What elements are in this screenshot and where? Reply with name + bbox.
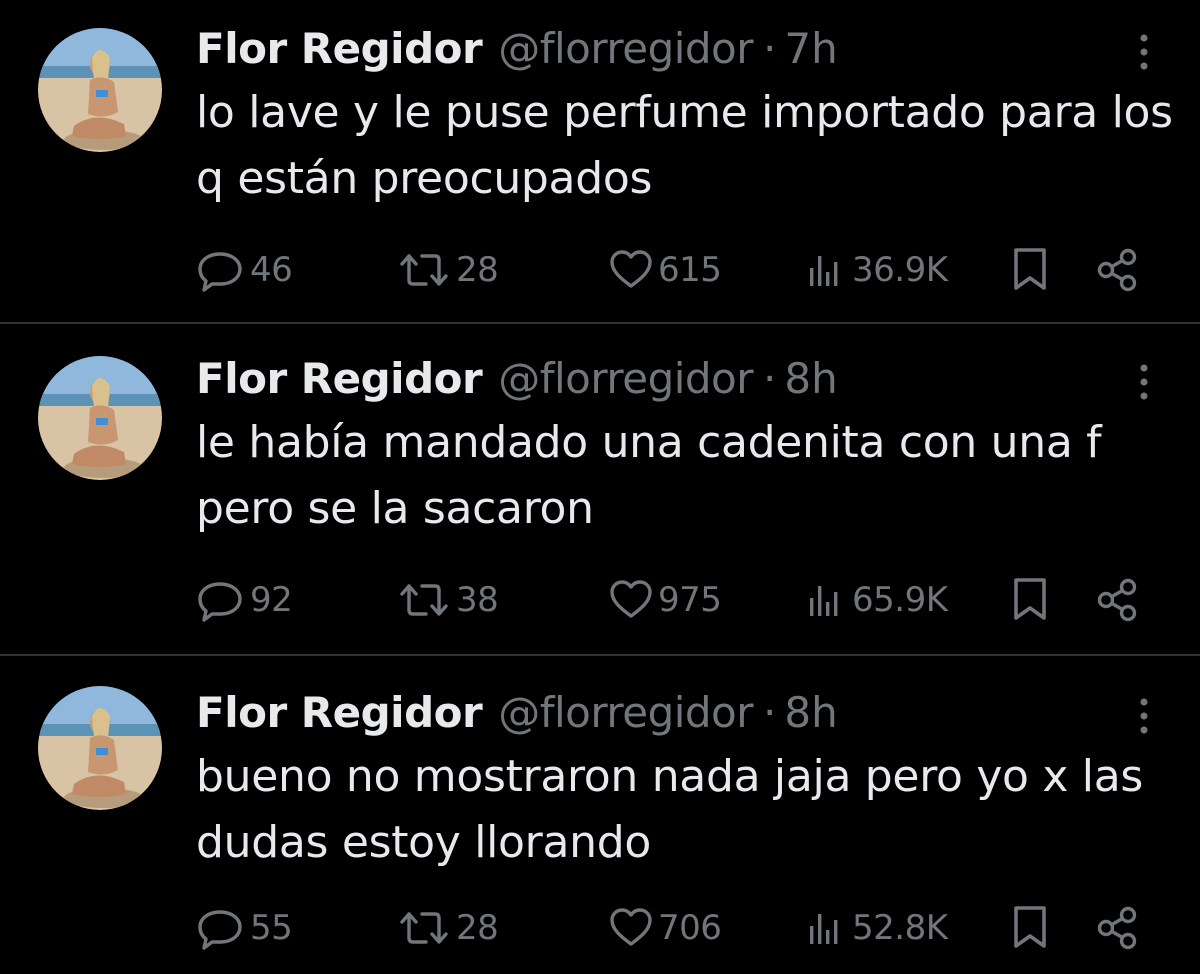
share-icon [1097, 248, 1137, 292]
tweet-actions: 55 28 706 52.8K [196, 900, 1160, 956]
tweet-header: Flor Regidor @florregidor · 8h [196, 686, 1160, 740]
reply-button[interactable]: 46 [196, 242, 293, 298]
reply-button[interactable]: 55 [196, 900, 293, 956]
bookmark-icon [1014, 248, 1046, 290]
share-icon [1097, 578, 1137, 622]
bar-chart-icon [810, 586, 838, 616]
like-button[interactable]: 615 [608, 242, 722, 298]
tweet-actions: 46 28 615 36.9K [196, 242, 1160, 298]
retweet-count: 28 [456, 250, 499, 290]
bookmark-button[interactable] [1010, 242, 1050, 298]
user-handle[interactable]: @florregidor [498, 686, 753, 740]
more-options-button[interactable] [1132, 362, 1156, 402]
bar-chart-icon [810, 256, 838, 286]
views-count: 36.9K [852, 250, 948, 290]
avatar[interactable] [38, 28, 162, 152]
user-handle[interactable]: @florregidor [498, 352, 753, 406]
heart-icon [610, 250, 652, 288]
reply-button[interactable]: 92 [196, 572, 293, 628]
reply-count: 55 [250, 908, 293, 948]
avatar[interactable] [38, 686, 162, 810]
retweet-count: 38 [456, 580, 499, 620]
vertical-ellipsis-icon [1140, 698, 1148, 734]
bookmark-button[interactable] [1010, 572, 1050, 628]
views-button[interactable]: 36.9K [804, 242, 948, 298]
speech-bubble-icon [198, 582, 242, 622]
speech-bubble-icon [198, 910, 242, 950]
timestamp[interactable]: 8h [784, 686, 837, 740]
like-count: 615 [658, 250, 722, 290]
bar-chart-icon [810, 914, 838, 944]
display-name[interactable]: Flor Regidor [196, 352, 483, 406]
bookmark-icon [1014, 906, 1046, 948]
avatar[interactable] [38, 356, 162, 480]
views-button[interactable]: 52.8K [804, 900, 948, 956]
speech-bubble-icon [198, 252, 242, 292]
like-count: 975 [658, 580, 722, 620]
reply-count: 92 [250, 580, 293, 620]
retweet-arrows-icon [400, 254, 448, 286]
separator-dot: · [763, 24, 777, 73]
share-button[interactable] [1094, 572, 1140, 628]
share-icon [1097, 906, 1137, 950]
reply-count: 46 [250, 250, 293, 290]
views-count: 52.8K [852, 908, 948, 948]
retweet-button[interactable]: 38 [396, 572, 499, 628]
separator-dot: · [763, 354, 777, 403]
tweet-text: le había mandado una cadenita con una f … [196, 417, 1102, 534]
share-button[interactable] [1094, 900, 1140, 956]
share-button[interactable] [1094, 242, 1140, 298]
tweet-text: bueno no mostraron nada jaja pero yo x l… [196, 751, 1144, 868]
vertical-ellipsis-icon [1140, 364, 1148, 400]
tweet-content: Flor Regidor @florregidor · 7h lo lave y… [196, 22, 1173, 212]
retweet-arrows-icon [400, 912, 448, 944]
user-handle[interactable]: @florregidor [498, 22, 753, 76]
timestamp[interactable]: 8h [784, 352, 837, 406]
tweet-content: Flor Regidor @florregidor · 8h bueno no … [196, 686, 1160, 876]
retweet-count: 28 [456, 908, 499, 948]
tweet-header: Flor Regidor @florregidor · 8h [196, 352, 1160, 406]
bookmark-button[interactable] [1010, 900, 1050, 956]
retweet-arrows-icon [400, 584, 448, 616]
tweet-content: Flor Regidor @florregidor · 8h le había … [196, 352, 1160, 542]
tweet[interactable]: Flor Regidor @florregidor · 8h le había … [0, 322, 1200, 654]
tweet-feed: Flor Regidor @florregidor · 7h lo lave y… [0, 0, 1200, 974]
more-options-button[interactable] [1132, 32, 1156, 72]
views-count: 65.9K [852, 580, 948, 620]
like-count: 706 [658, 908, 722, 948]
timestamp[interactable]: 7h [784, 22, 837, 76]
separator-dot: · [763, 688, 777, 737]
tweet[interactable]: Flor Regidor @florregidor · 8h bueno no … [0, 654, 1200, 974]
views-button[interactable]: 65.9K [804, 572, 948, 628]
bookmark-icon [1014, 578, 1046, 620]
tweet-header: Flor Regidor @florregidor · 7h [196, 22, 1160, 76]
tweet[interactable]: Flor Regidor @florregidor · 7h lo lave y… [0, 0, 1200, 322]
retweet-button[interactable]: 28 [396, 242, 499, 298]
like-button[interactable]: 706 [608, 900, 722, 956]
tweet-actions: 92 38 975 65.9K [196, 572, 1160, 628]
heart-icon [610, 580, 652, 618]
retweet-button[interactable]: 28 [396, 900, 499, 956]
heart-icon [610, 908, 652, 946]
more-options-button[interactable] [1132, 696, 1156, 736]
vertical-ellipsis-icon [1140, 34, 1148, 70]
like-button[interactable]: 975 [608, 572, 722, 628]
display-name[interactable]: Flor Regidor [196, 686, 483, 740]
tweet-text: lo lave y le puse perfume importado para… [196, 87, 1173, 204]
display-name[interactable]: Flor Regidor [196, 22, 483, 76]
